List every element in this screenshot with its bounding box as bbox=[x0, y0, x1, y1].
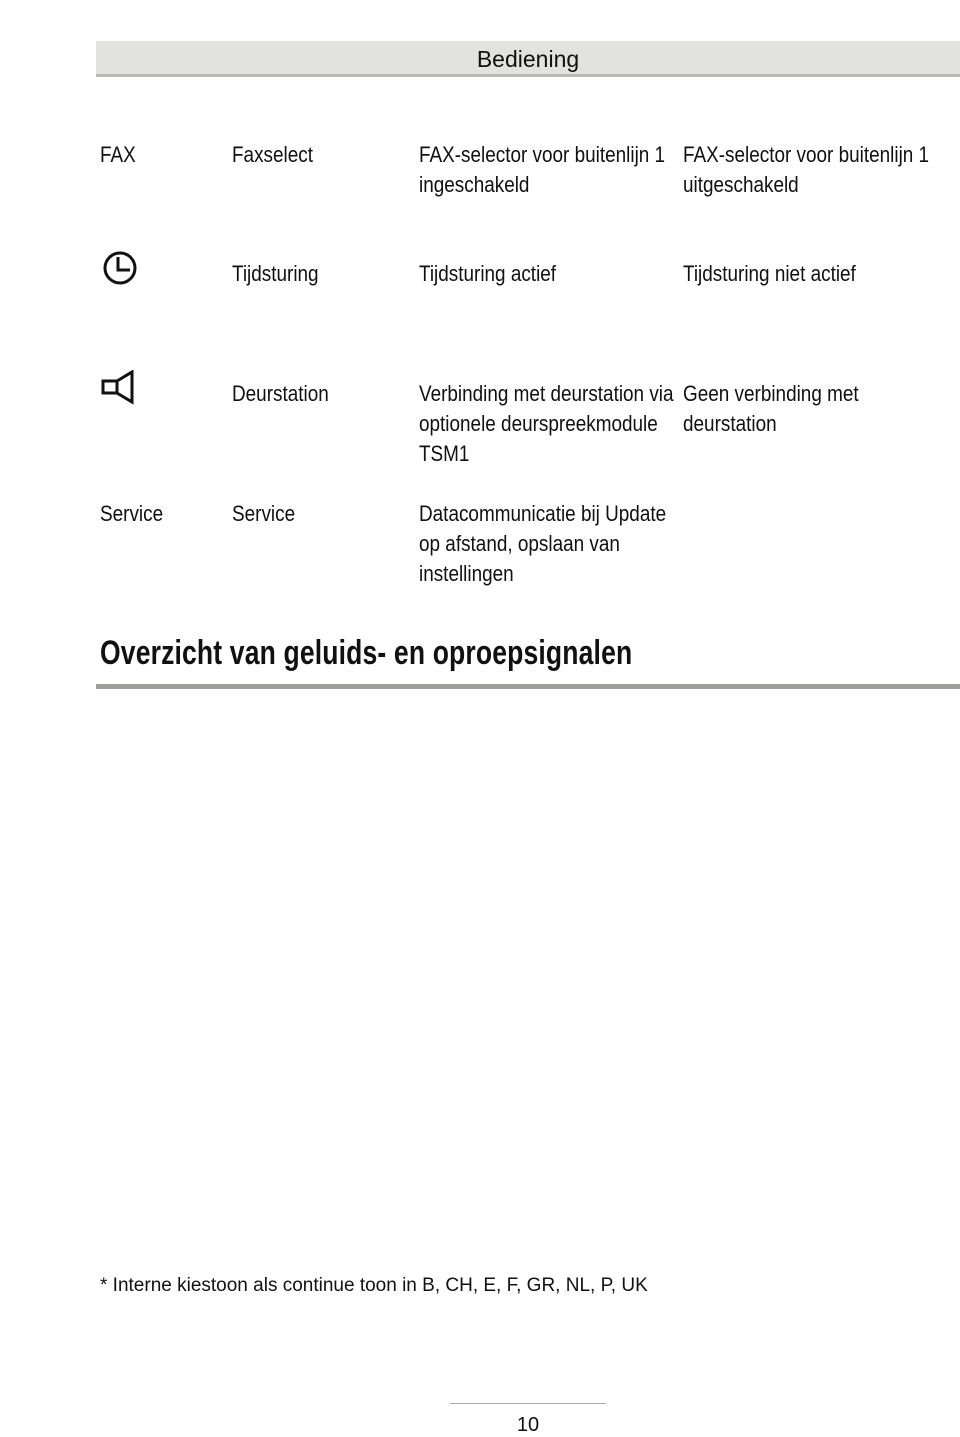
state-on-text: op afstand, opslaan van bbox=[419, 531, 620, 556]
section-title: Overzicht van geluids- en oproepsignalen bbox=[100, 634, 633, 672]
function-name: Service bbox=[232, 501, 296, 526]
speaker-icon bbox=[101, 370, 134, 405]
state-on-text: Tijdsturing actief bbox=[419, 261, 557, 286]
state-on-text: optionele deurspreekmodule bbox=[419, 411, 658, 436]
state-off-text: Tijdsturing niet actief bbox=[683, 261, 856, 286]
clock-icon bbox=[103, 251, 137, 285]
state-off-text: Geen verbinding met bbox=[683, 381, 859, 406]
header-title: Bediening bbox=[476, 46, 580, 72]
state-on-text: instellingen bbox=[419, 561, 514, 586]
state-on-text: TSM1 bbox=[419, 441, 470, 466]
footnote: * Interne kiestoon als continue toon in … bbox=[100, 1275, 648, 1296]
footer-divider bbox=[450, 1403, 606, 1404]
state-off-text: deurstation bbox=[683, 411, 777, 436]
function-name: Tijdsturing bbox=[232, 261, 319, 286]
symbol-text: Service bbox=[100, 501, 164, 526]
function-name: Deurstation bbox=[232, 381, 329, 406]
function-name: Faxselect bbox=[232, 142, 313, 167]
state-off-text: uitgeschakeld bbox=[683, 172, 799, 197]
page-number: 10 bbox=[516, 1414, 540, 1436]
section-divider bbox=[96, 684, 960, 689]
state-on-text: ingeschakeld bbox=[419, 172, 530, 197]
state-on-text: FAX-selector voor buitenlijn 1 bbox=[419, 142, 666, 167]
state-on-text: Verbinding met deurstation via bbox=[419, 381, 674, 406]
state-off-text: FAX-selector voor buitenlijn 1 bbox=[683, 142, 930, 167]
symbol-text: FAX bbox=[100, 142, 136, 167]
section-header-band: Bediening bbox=[96, 41, 960, 77]
state-on-text: Datacommunicatie bij Update bbox=[419, 501, 667, 526]
